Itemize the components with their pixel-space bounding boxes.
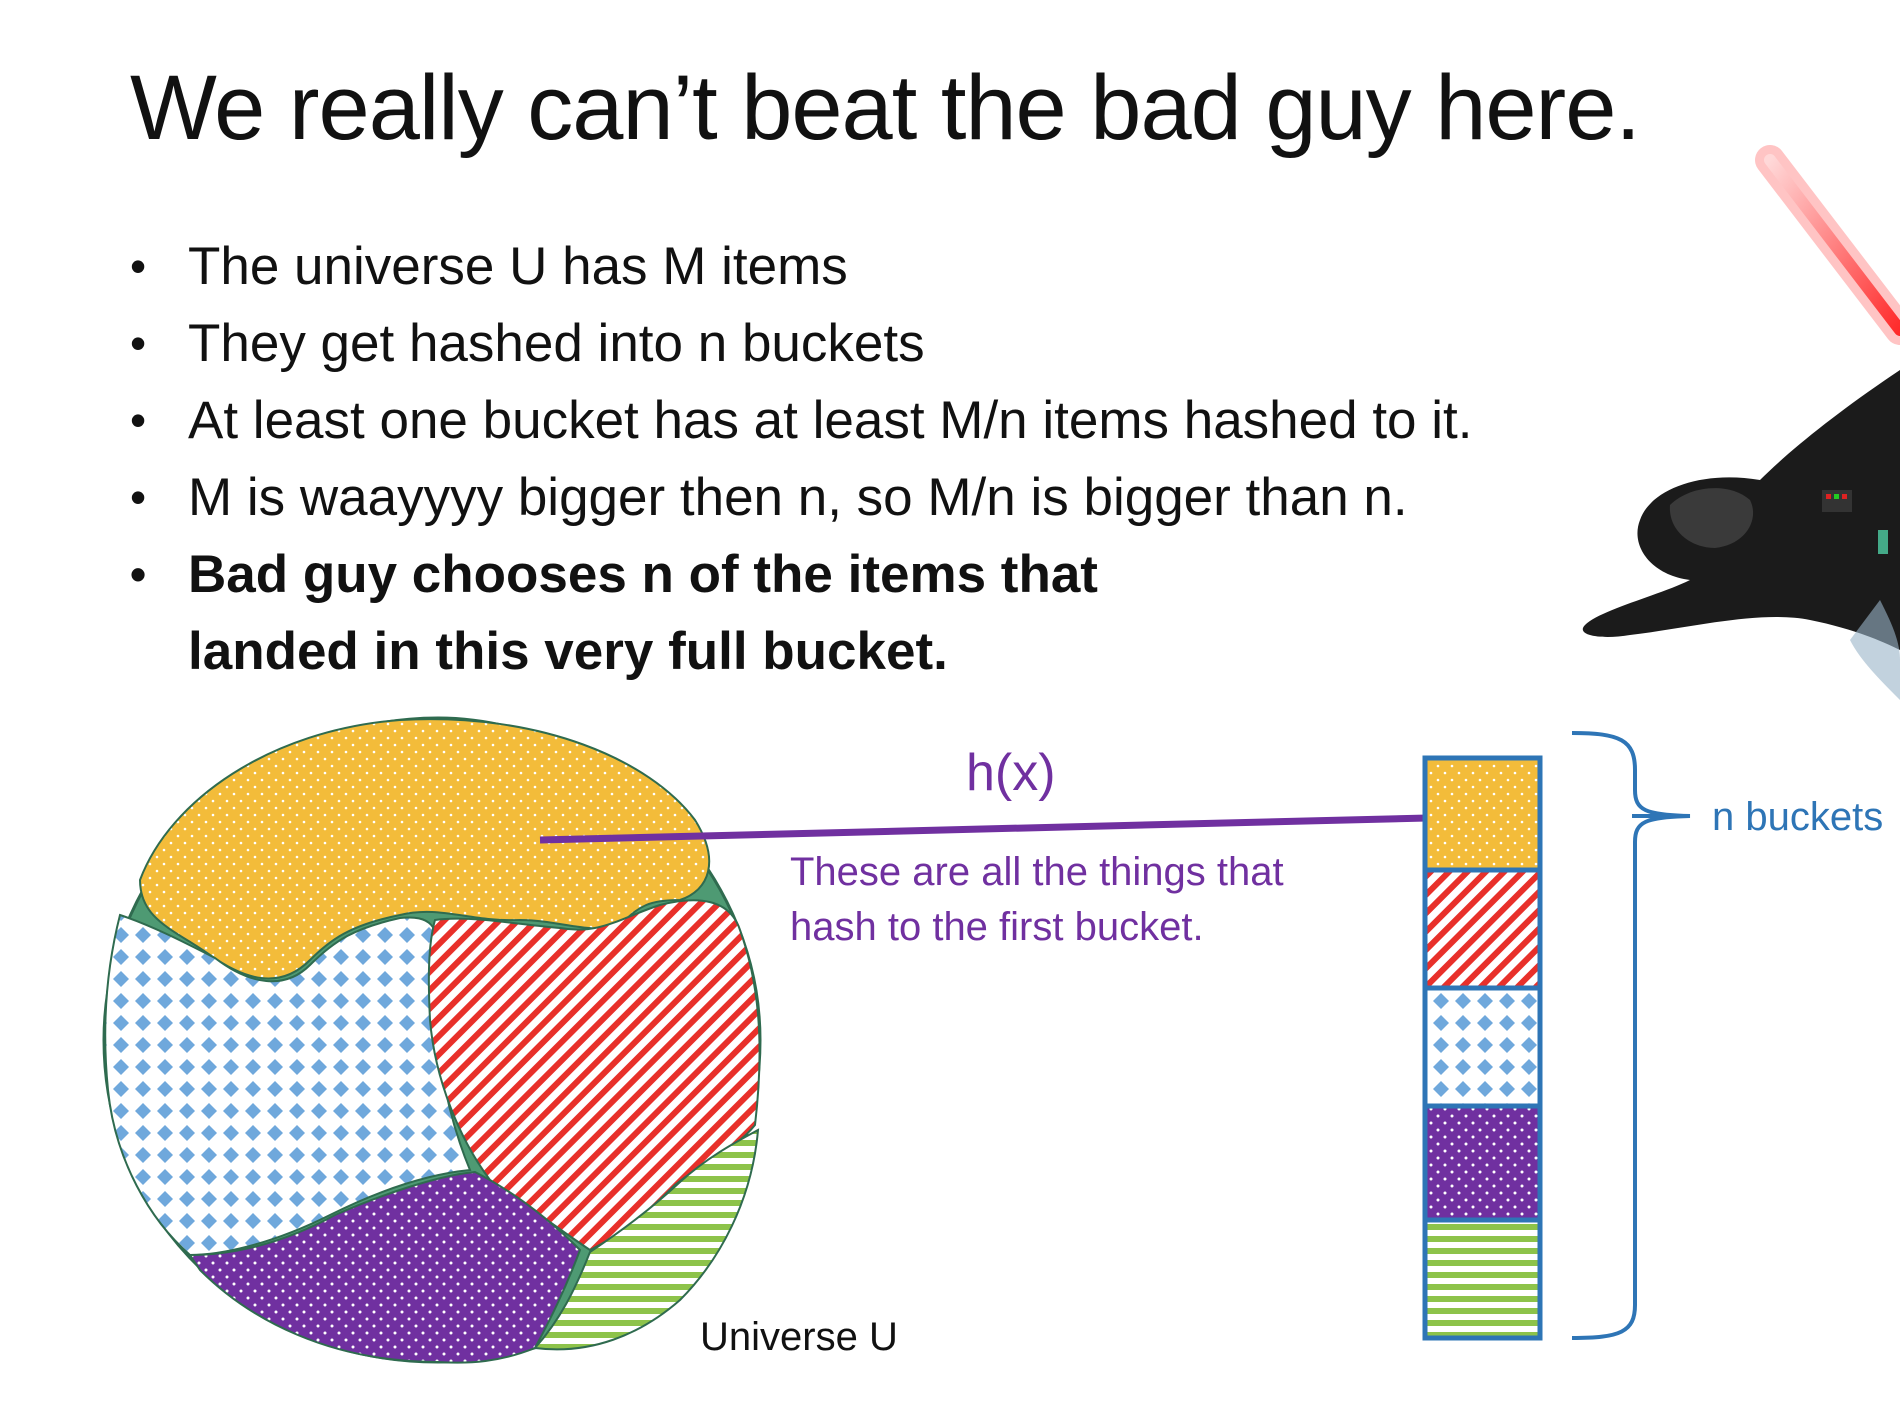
universe-label: Universe U [700, 1315, 898, 1359]
brace-icon [1571, 731, 1691, 1340]
bucket-array [1422, 755, 1543, 1341]
annotation-line-1: These are all the things that [790, 850, 1284, 894]
bucket-5 [1422, 1217, 1543, 1341]
bucket-3 [1422, 985, 1543, 1109]
hashing-diagram: h(x) These are all the things that hash … [102, 145, 1900, 1364]
bucket-1 [1422, 755, 1543, 873]
universe-circle [102, 716, 762, 1364]
bucket-2 [1422, 867, 1543, 991]
annotation-line-2: hash to the first bucket. [790, 905, 1204, 949]
bucket-4 [1422, 1103, 1543, 1223]
villain-illustration-icon [1582, 145, 1900, 700]
hash-function-label: h(x) [966, 744, 1056, 802]
buckets-label: n buckets [1712, 795, 1883, 839]
